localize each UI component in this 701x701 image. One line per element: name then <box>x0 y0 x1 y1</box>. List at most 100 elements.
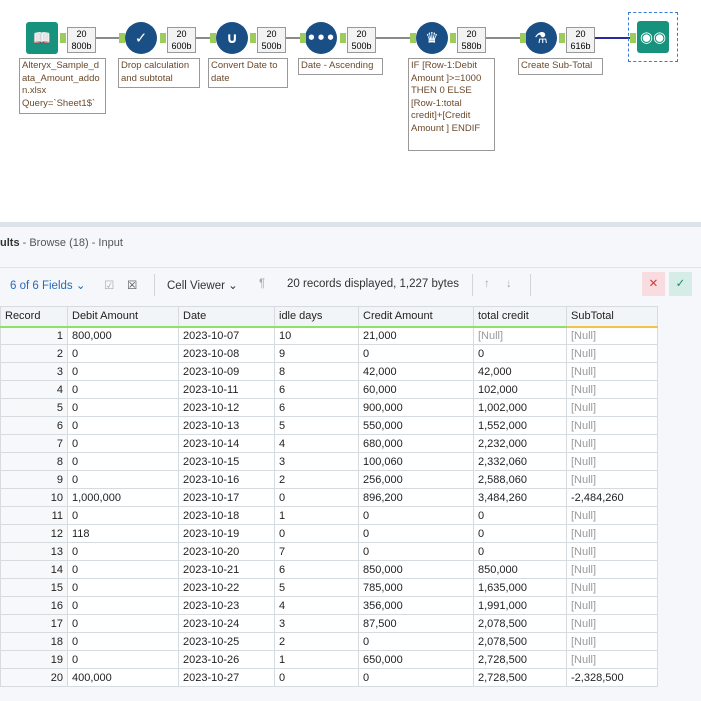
table-cell[interactable]: 60,000 <box>358 380 474 399</box>
table-cell[interactable]: 0 <box>67 614 179 633</box>
table-cell[interactable]: 3 <box>0 362 68 381</box>
table-cell[interactable]: [Null] <box>566 578 658 597</box>
table-cell[interactable]: [Null] <box>566 416 658 435</box>
table-row[interactable]: 12 118 2023-10-19 0 0 0 [Null] <box>0 524 658 543</box>
table-cell[interactable]: 550,000 <box>358 416 474 435</box>
table-row[interactable]: 20 400,000 2023-10-27 0 0 2,728,500 -2,328,500 <box>0 668 658 687</box>
table-cell[interactable]: 7 <box>0 434 68 453</box>
table-cell[interactable]: 2023-10-24 <box>178 614 275 633</box>
pilcrow-icon[interactable]: ¶ <box>259 278 265 290</box>
table-cell[interactable]: 1,000,000 <box>67 488 179 507</box>
table-cell[interactable]: 0 <box>473 542 567 561</box>
table-cell[interactable]: 2023-10-17 <box>178 488 275 507</box>
table-cell[interactable]: 2023-10-26 <box>178 650 275 669</box>
table-cell[interactable]: 7 <box>274 542 359 561</box>
table-cell[interactable]: 100,060 <box>358 452 474 471</box>
table-cell[interactable]: 256,000 <box>358 470 474 489</box>
table-cell[interactable]: 2023-10-12 <box>178 398 275 417</box>
table-cell[interactable]: 0 <box>274 488 359 507</box>
table-cell[interactable]: 0 <box>274 668 359 687</box>
column-header[interactable]: SubTotal <box>566 306 658 328</box>
table-cell[interactable]: [Null] <box>566 596 658 615</box>
table-cell[interactable]: 9 <box>274 344 359 363</box>
table-cell[interactable]: 4 <box>0 380 68 399</box>
table-cell[interactable]: 0 <box>67 470 179 489</box>
table-cell[interactable]: 9 <box>0 470 68 489</box>
table-cell[interactable]: 10 <box>274 326 359 345</box>
table-cell[interactable]: 680,000 <box>358 434 474 453</box>
table-cell[interactable]: 118 <box>67 524 179 543</box>
table-cell[interactable]: 0 <box>67 506 179 525</box>
column-header[interactable]: Date <box>178 306 275 328</box>
table-cell[interactable]: 900,000 <box>358 398 474 417</box>
table-row[interactable]: 17 0 2023-10-24 3 87,500 2,078,500 [Null] <box>0 614 658 633</box>
table-cell[interactable]: [Null] <box>566 470 658 489</box>
table-cell[interactable]: 6 <box>274 380 359 399</box>
table-cell[interactable]: 2 <box>0 344 68 363</box>
table-cell[interactable]: 0 <box>358 632 474 651</box>
table-cell[interactable]: 896,200 <box>358 488 474 507</box>
table-cell[interactable]: 2023-10-22 <box>178 578 275 597</box>
column-header[interactable]: Debit Amount <box>67 306 179 328</box>
table-row[interactable]: 1 800,000 2023-10-07 10 21,000 [Null] [Null] <box>0 326 658 345</box>
table-cell[interactable]: [Null] <box>566 542 658 561</box>
table-cell[interactable]: 2023-10-07 <box>178 326 275 345</box>
table-cell[interactable]: [Null] <box>566 560 658 579</box>
table-cell[interactable]: 2023-10-21 <box>178 560 275 579</box>
table-cell[interactable]: [Null] <box>566 506 658 525</box>
column-header[interactable]: idle days <box>274 306 359 328</box>
table-cell[interactable]: 2,588,060 <box>473 470 567 489</box>
column-header[interactable]: Credit Amount <box>358 306 474 328</box>
table-cell[interactable]: 2 <box>274 470 359 489</box>
table-cell[interactable]: 2 <box>274 632 359 651</box>
table-cell[interactable]: 850,000 <box>473 560 567 579</box>
table-cell[interactable]: 2023-10-19 <box>178 524 275 543</box>
table-cell[interactable]: 2,078,500 <box>473 632 567 651</box>
table-cell[interactable]: 5 <box>0 398 68 417</box>
arrow-up-icon[interactable]: ↑ <box>484 278 490 290</box>
table-cell[interactable]: 2,728,500 <box>473 668 567 687</box>
table-cell[interactable]: 11 <box>0 506 68 525</box>
table-cell[interactable]: [Null] <box>566 326 658 345</box>
table-cell[interactable]: 0 <box>67 434 179 453</box>
table-cell[interactable]: 850,000 <box>358 560 474 579</box>
table-cell[interactable]: 2023-10-27 <box>178 668 275 687</box>
table-cell[interactable]: 15 <box>0 578 68 597</box>
table-cell[interactable]: 1,991,000 <box>473 596 567 615</box>
table-cell[interactable]: 0 <box>67 596 179 615</box>
table-cell[interactable]: 1 <box>274 506 359 525</box>
fields-dropdown[interactable]: 6 of 6 Fields ⌄ <box>10 278 85 292</box>
table-row[interactable]: 14 0 2023-10-21 6 850,000 850,000 [Null] <box>0 560 658 579</box>
table-cell[interactable]: 2023-10-23 <box>178 596 275 615</box>
table-cell[interactable]: 0 <box>358 542 474 561</box>
table-cell[interactable]: 10 <box>0 488 68 507</box>
table-cell[interactable]: 2,332,060 <box>473 452 567 471</box>
table-cell[interactable]: 2,728,500 <box>473 650 567 669</box>
beaker-icon[interactable]: ∪ <box>216 22 248 54</box>
table-row[interactable]: 8 0 2023-10-15 3 100,060 2,332,060 [Null] <box>0 452 658 471</box>
table-row[interactable]: 7 0 2023-10-14 4 680,000 2,232,000 [Null] <box>0 434 658 453</box>
deselect-icon[interactable]: ☒ <box>127 278 137 292</box>
table-cell[interactable]: 1 <box>274 650 359 669</box>
book-icon[interactable]: 📖 <box>26 22 58 54</box>
table-cell[interactable]: 650,000 <box>358 650 474 669</box>
table-cell[interactable]: -2,484,260 <box>566 488 658 507</box>
table-cell[interactable]: 2023-10-14 <box>178 434 275 453</box>
table-row[interactable]: 11 0 2023-10-18 1 0 0 [Null] <box>0 506 658 525</box>
table-cell[interactable]: [Null] <box>566 344 658 363</box>
table-cell[interactable]: 6 <box>274 560 359 579</box>
table-cell[interactable]: 400,000 <box>67 668 179 687</box>
table-row[interactable]: 4 0 2023-10-11 6 60,000 102,000 [Null] <box>0 380 658 399</box>
table-cell[interactable]: 0 <box>67 632 179 651</box>
table-cell[interactable]: 2023-10-08 <box>178 344 275 363</box>
table-cell[interactable]: 8 <box>274 362 359 381</box>
table-cell[interactable]: [Null] <box>566 434 658 453</box>
table-cell[interactable]: 0 <box>67 452 179 471</box>
flask-icon[interactable]: ⚗ <box>525 22 557 54</box>
table-cell[interactable]: 14 <box>0 560 68 579</box>
table-cell[interactable]: 2023-10-15 <box>178 452 275 471</box>
table-row[interactable]: 6 0 2023-10-13 5 550,000 1,552,000 [Null] <box>0 416 658 435</box>
table-cell[interactable]: 4 <box>274 434 359 453</box>
table-cell[interactable]: 17 <box>0 614 68 633</box>
table-cell[interactable]: 3,484,260 <box>473 488 567 507</box>
